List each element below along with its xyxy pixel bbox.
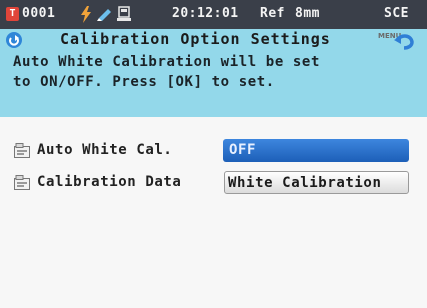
sample-id-badge-icon: T — [6, 7, 19, 21]
page-title: Calibration Option Settings — [60, 30, 331, 48]
lightning-icon — [81, 6, 91, 23]
auto-white-cal-value-button[interactable]: OFF — [223, 139, 409, 162]
setting-item-icon — [14, 143, 30, 158]
calibration-data-value-button[interactable]: White Calibration — [224, 171, 409, 194]
auto-white-cal-label: Auto White Cal. — [37, 142, 173, 158]
instrument-icon — [117, 6, 131, 21]
instruction-line-2: to ON/OFF. Press [OK] to set. — [13, 74, 275, 90]
target-mask-icon — [97, 9, 111, 21]
instruction-message: Auto White Calibration will be set to ON… — [13, 52, 413, 92]
specular-mode-indicator: SCE — [384, 6, 409, 21]
clock-time: 20:12:01 — [172, 6, 239, 21]
back-arrow-icon — [9, 35, 19, 46]
sample-id: 0001 — [22, 6, 56, 21]
device-screen: T 0001 20:12:01 Ref 8mm SCE Calibration … — [0, 0, 427, 308]
setting-item-icon — [14, 175, 30, 190]
menu-return-arrow-icon — [394, 34, 414, 50]
calibration-data-label: Calibration Data — [37, 174, 182, 190]
setting-row-auto-white-cal[interactable]: Auto White Cal. OFF — [0, 138, 427, 164]
aperture-indicator: 8mm — [295, 6, 320, 21]
setting-row-calibration-data[interactable]: Calibration Data White Calibration — [0, 170, 427, 196]
reference-indicator: Ref — [260, 6, 285, 21]
instruction-line-1: Auto White Calibration will be set — [13, 54, 320, 70]
back-button[interactable] — [6, 32, 22, 48]
header-panel: Calibration Option Settings MENU Auto Wh… — [0, 29, 427, 117]
menu-button[interactable]: MENU — [378, 30, 418, 50]
status-bar: T 0001 20:12:01 Ref 8mm SCE — [0, 0, 427, 29]
